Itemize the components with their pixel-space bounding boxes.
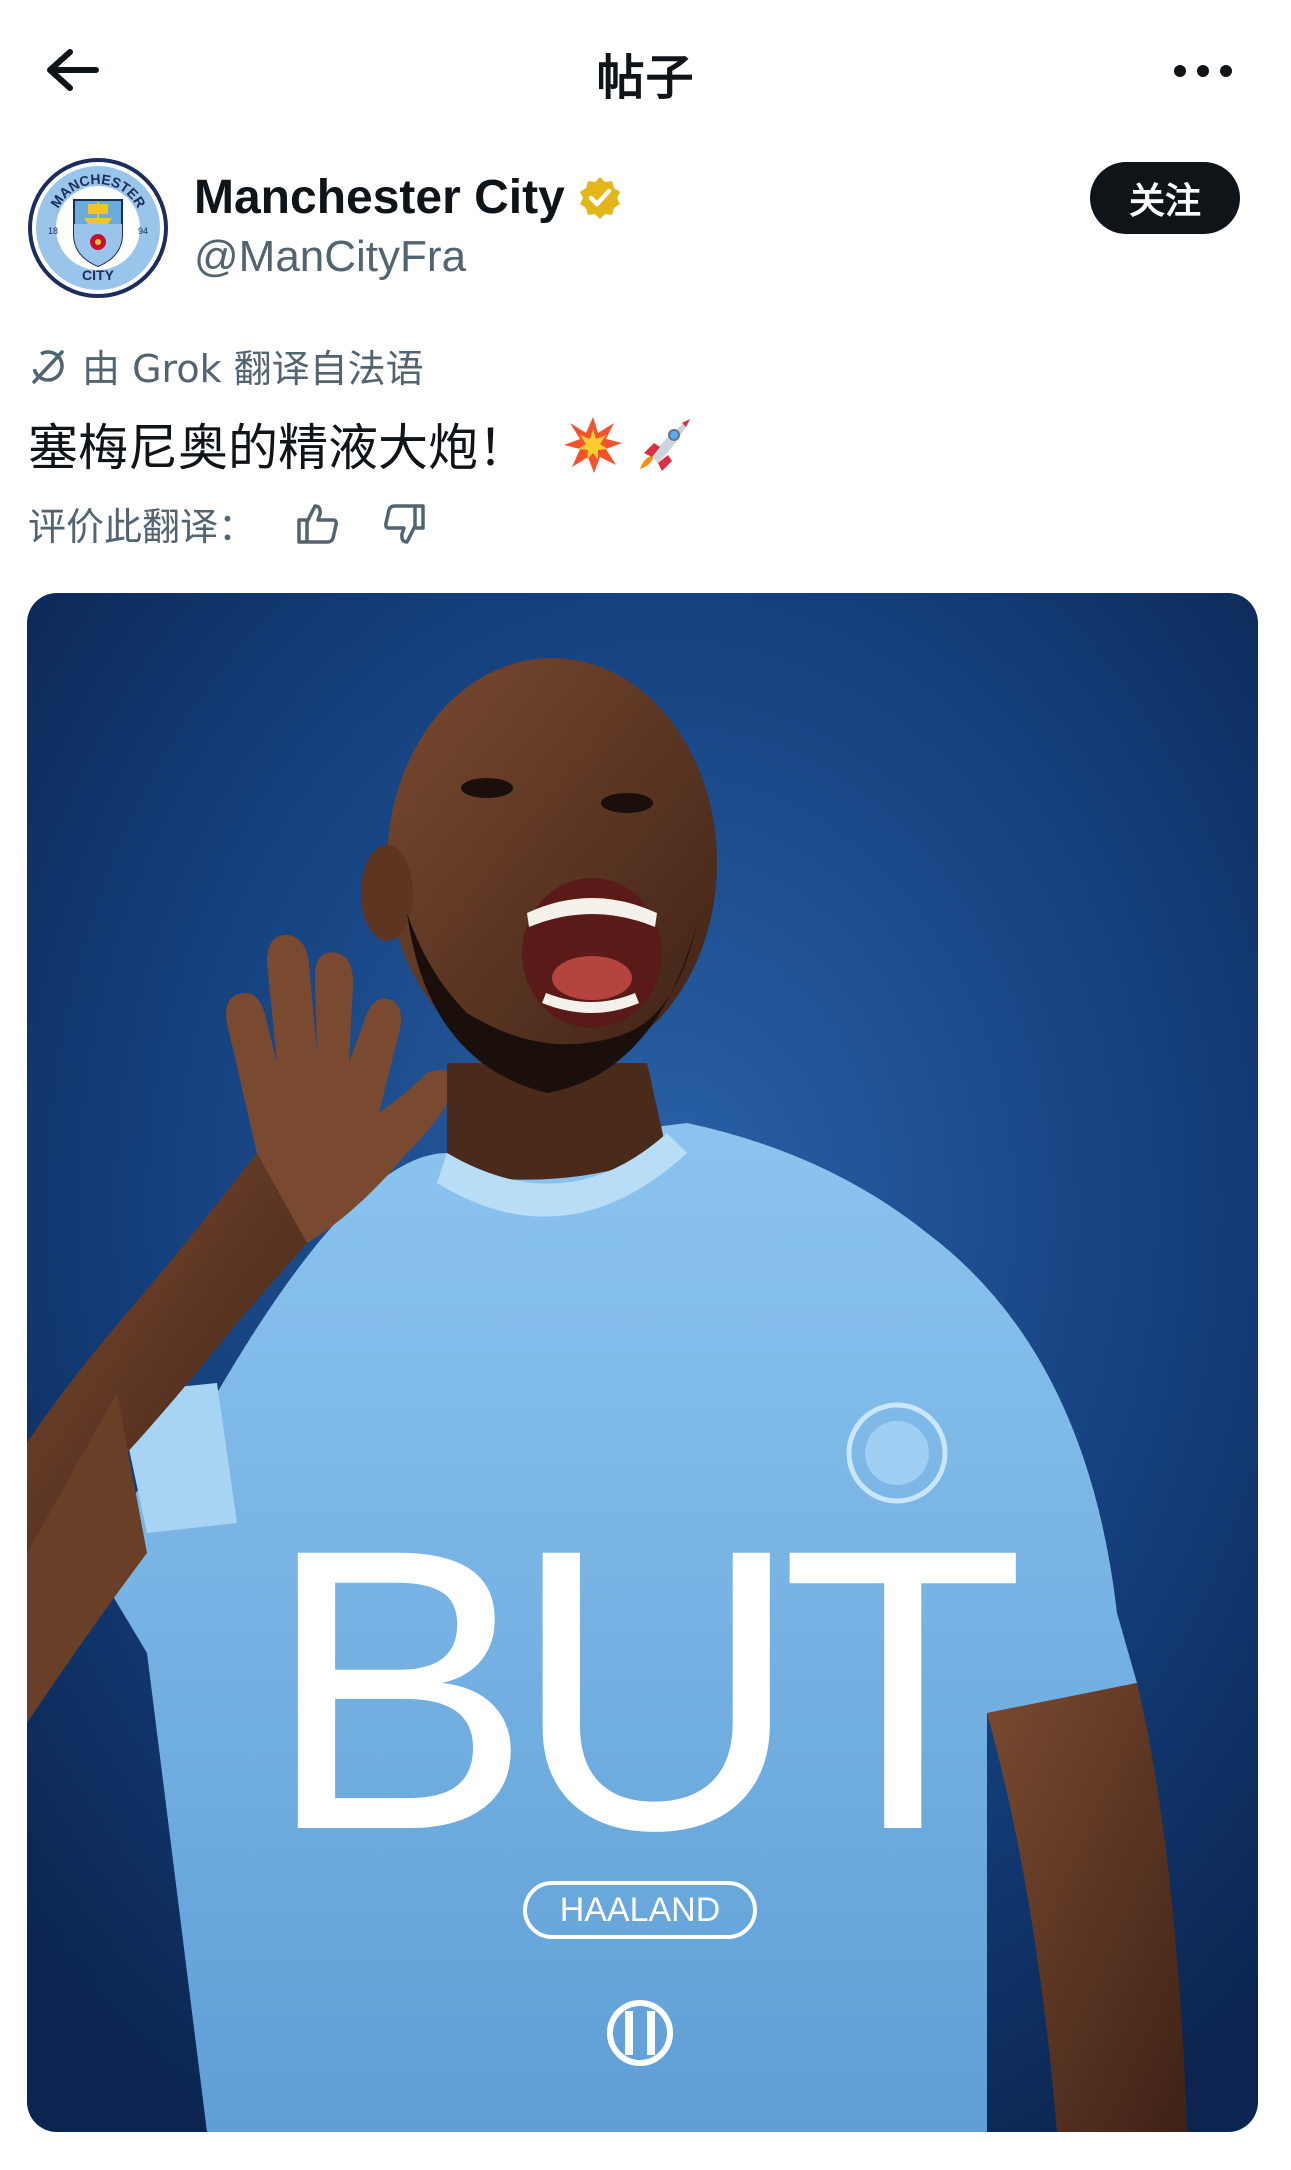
translation-source[interactable]: 由 Grok 翻译自法语 — [28, 338, 424, 393]
post-media-image[interactable]: BUT HAALAND — [27, 593, 1258, 2132]
more-horizontal-icon — [1174, 65, 1232, 77]
player-photo: BUT HAALAND — [27, 593, 1258, 2132]
media-tag: HAALAND — [560, 1891, 721, 1929]
crest-bottom-text: CITY — [82, 267, 115, 283]
post-text-content: 塞梅尼奥的精液大炮！ — [28, 419, 528, 477]
more-options-button[interactable] — [1163, 36, 1243, 106]
crest-year-left: 18 — [48, 226, 58, 236]
top-bar: 帖子 — [0, 0, 1291, 140]
collision-emoji — [564, 417, 622, 473]
media-headline: BUT — [265, 1466, 1018, 1913]
thumbs-down-button[interactable] — [378, 497, 432, 551]
crest-year-right: 94 — [138, 226, 148, 236]
author-name-text: Manchester City — [194, 171, 565, 224]
rate-translation-label: 评价此翻译： — [28, 505, 257, 549]
club-crest-icon: MANCHESTER CITY 18 94 — [27, 157, 169, 299]
page-title: 帖子 — [596, 50, 695, 106]
author-handle[interactable]: @ManCityFra — [194, 232, 466, 282]
thumbs-up-button[interactable] — [290, 497, 344, 551]
avatar[interactable]: MANCHESTER CITY 18 94 — [26, 156, 170, 300]
rocket-emoji — [640, 419, 690, 471]
verified-badge-icon — [579, 176, 620, 219]
grok-icon — [32, 349, 64, 384]
thumbs-down-icon — [384, 503, 425, 544]
translation-label: 由 Grok 翻译自法语 — [82, 347, 424, 391]
rate-translation: 评价此翻译： — [28, 496, 432, 551]
post-text: 塞梅尼奥的精液大炮！ — [28, 408, 696, 480]
author-name[interactable]: Manchester City — [194, 170, 623, 225]
thumbs-up-icon — [297, 503, 338, 544]
follow-button[interactable]: 关注 — [1090, 162, 1240, 234]
